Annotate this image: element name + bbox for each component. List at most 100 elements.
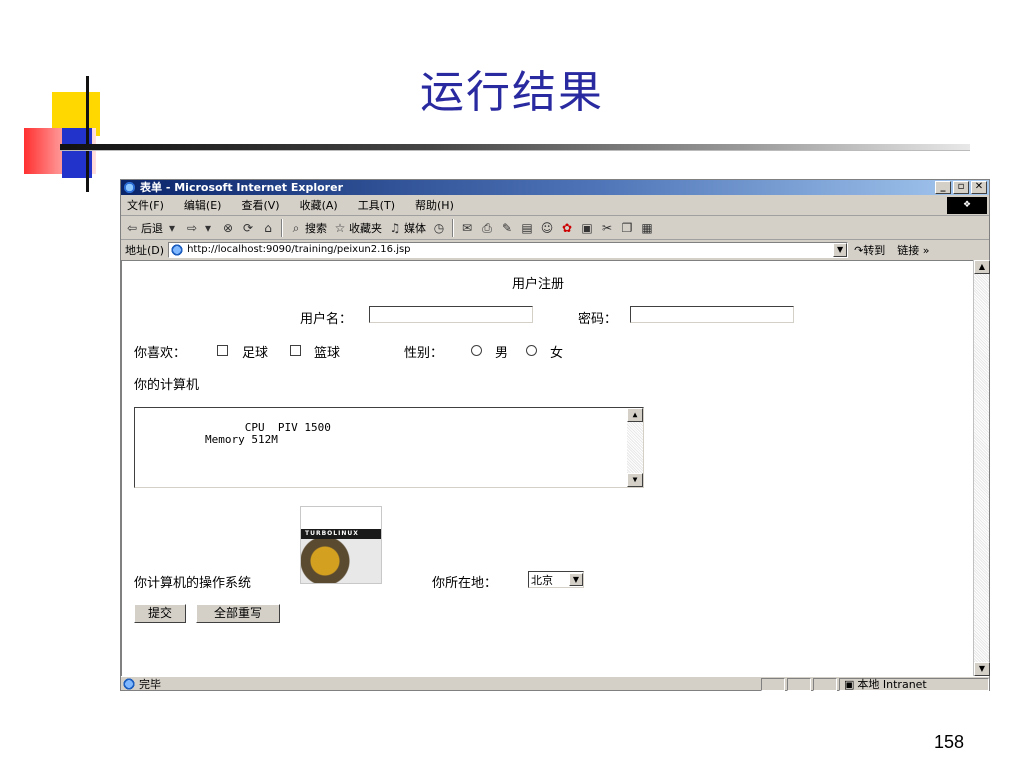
copy-icon[interactable]: ❐ — [620, 221, 634, 235]
os-image-brand: TURBOLINUX — [301, 529, 381, 539]
username-label: 用户名： — [300, 312, 353, 327]
go-icon: ↷ — [854, 243, 864, 257]
research-icon[interactable]: ▣ — [580, 221, 594, 235]
back-arrow-icon: ⇦ — [126, 220, 138, 235]
location-label: 你所在地： — [432, 576, 498, 591]
female-label: 女 — [550, 346, 564, 361]
mail-icon[interactable]: ✉ — [460, 221, 474, 235]
address-dropdown-icon[interactable]: ▼ — [833, 242, 848, 257]
chevron-down-icon: ▼ — [569, 573, 583, 586]
ie-icon — [123, 181, 136, 194]
decor-horizontal-line-thin — [60, 150, 970, 151]
messenger-icon[interactable]: ☺ — [540, 221, 554, 235]
basketball-label: 篮球 — [314, 346, 341, 361]
turbolinux-image: TURBOLINUX — [300, 506, 382, 584]
forward-arrow-icon: ⇨ — [186, 220, 198, 235]
history-icon[interactable]: ◷ — [432, 221, 446, 235]
status-pane — [813, 677, 837, 691]
computer-textarea[interactable]: CPU PIV 1500 Memory 512M ▲ ▼ — [134, 407, 644, 488]
toolbar-separator — [281, 218, 283, 237]
intranet-icon: ▣ — [844, 677, 855, 691]
scroll-down-icon[interactable]: ▼ — [627, 473, 643, 487]
print-icon[interactable]: ⎙ — [480, 221, 494, 235]
location-value: 北京 — [531, 573, 553, 587]
search-icon: ⌕ — [292, 220, 300, 235]
football-checkbox[interactable] — [217, 345, 228, 356]
links-button[interactable]: 链接 » — [897, 242, 929, 258]
status-pane — [761, 677, 785, 691]
page-content: 用户注册 用户名： 密码： 你喜欢： 足球 篮球 性别： 男 女 你的计算机 C… — [121, 260, 973, 676]
search-label: 搜索 — [305, 221, 327, 235]
textarea-scrollbar[interactable]: ▲ ▼ — [627, 408, 643, 487]
oicq-icon[interactable]: ✿ — [560, 221, 574, 235]
page-icon — [171, 243, 184, 256]
male-label: 男 — [495, 346, 509, 361]
window-title: 表单 - Microsoft Internet Explorer — [140, 181, 343, 194]
media-button[interactable]: ♫ 媒体 — [388, 220, 426, 236]
menu-file[interactable]: 文件(F) — [127, 197, 164, 213]
menu-tools[interactable]: 工具(T) — [358, 197, 395, 213]
menu-bar: 文件(F) 编辑(E) 查看(V) 收藏(A) 工具(T) 帮助(H) ❖ — [121, 195, 989, 216]
password-input[interactable] — [630, 306, 794, 323]
os-image-top — [301, 507, 381, 529]
go-button[interactable]: ↷转到 — [854, 242, 885, 258]
submit-button[interactable]: 提交 — [134, 604, 186, 623]
zone-label: 本地 Intranet — [857, 677, 927, 691]
menu-help[interactable]: 帮助(H) — [415, 197, 454, 213]
status-text: 完毕 — [139, 678, 161, 691]
minimize-button[interactable]: _ — [935, 181, 951, 194]
forward-button[interactable]: ⇨ ▾ — [185, 221, 215, 235]
stop-icon[interactable]: ⊗ — [221, 221, 235, 235]
basketball-checkbox[interactable] — [290, 345, 301, 356]
restore-button[interactable]: ▫ — [953, 181, 969, 194]
windows-logo-icon: ❖ — [947, 197, 987, 214]
toolbar-separator — [452, 218, 454, 237]
status-pane — [787, 677, 811, 691]
refresh-icon[interactable]: ⟳ — [241, 221, 255, 235]
paste-icon[interactable]: ▦ — [640, 221, 654, 235]
links-label: 链接 — [897, 243, 920, 257]
form-heading: 用户注册 — [512, 277, 565, 292]
home-icon[interactable]: ⌂ — [261, 221, 275, 235]
browser-window: 表单 - Microsoft Internet Explorer _ ▫ ✕ 文… — [120, 179, 990, 691]
address-url: http://localhost:9090/training/peixun2.1… — [187, 244, 411, 255]
chevron-right-icon: » — [922, 243, 930, 257]
male-radio[interactable] — [471, 345, 482, 356]
window-titlebar[interactable]: 表单 - Microsoft Internet Explorer _ ▫ ✕ — [121, 180, 989, 195]
scroll-up-icon[interactable]: ▲ — [627, 408, 643, 422]
favorites-button[interactable]: ☆ 收藏夹 — [333, 220, 382, 236]
password-label: 密码： — [578, 312, 618, 327]
cut-icon[interactable]: ✂ — [600, 221, 614, 235]
edit-icon[interactable]: ✎ — [500, 221, 514, 235]
discuss-icon[interactable]: ▤ — [520, 221, 534, 235]
address-input[interactable]: http://localhost:9090/training/peixun2.1… — [168, 241, 849, 258]
back-button[interactable]: ⇦ 后退 ▾ — [125, 220, 179, 236]
page-scrollbar[interactable]: ▲ ▼ — [973, 260, 990, 676]
media-label: 媒体 — [404, 221, 426, 235]
media-icon: ♫ — [389, 220, 401, 235]
toolbar: ⇦ 后退 ▾ ⇨ ▾ ⊗ ⟳ ⌂ ⌕ 搜索 ☆ 收藏夹 ♫ 媒体 ◷ ✉ ⎙ ✎… — [121, 216, 989, 240]
football-label: 足球 — [242, 346, 269, 361]
close-button[interactable]: ✕ — [971, 181, 987, 194]
address-bar: 地址(D) http://localhost:9090/training/pei… — [121, 240, 989, 259]
security-zone: ▣ 本地 Intranet — [839, 677, 989, 691]
location-select[interactable]: 北京 ▼ — [528, 571, 584, 588]
computer-label: 你的计算机 — [134, 378, 200, 393]
favorites-label: 收藏夹 — [349, 221, 382, 235]
hobby-label: 你喜欢： — [134, 346, 187, 361]
scroll-down-icon[interactable]: ▼ — [974, 662, 990, 676]
scroll-up-icon[interactable]: ▲ — [974, 260, 990, 274]
reset-button[interactable]: 全部重写 — [196, 604, 280, 623]
chevron-down-icon: ▾ — [168, 220, 176, 235]
page-number: 158 — [933, 732, 964, 752]
status-bar: 完毕 ▣ 本地 Intranet — [121, 676, 989, 691]
menu-edit[interactable]: 编辑(E) — [184, 197, 222, 213]
os-image-art — [301, 539, 381, 583]
female-radio[interactable] — [526, 345, 537, 356]
computer-text: CPU PIV 1500 Memory 512M — [205, 421, 331, 446]
page-done-icon — [123, 678, 135, 690]
username-input[interactable] — [369, 306, 533, 323]
menu-view[interactable]: 查看(V) — [241, 197, 279, 213]
search-button[interactable]: ⌕ 搜索 — [289, 220, 327, 236]
menu-favorites[interactable]: 收藏(A) — [300, 197, 338, 213]
